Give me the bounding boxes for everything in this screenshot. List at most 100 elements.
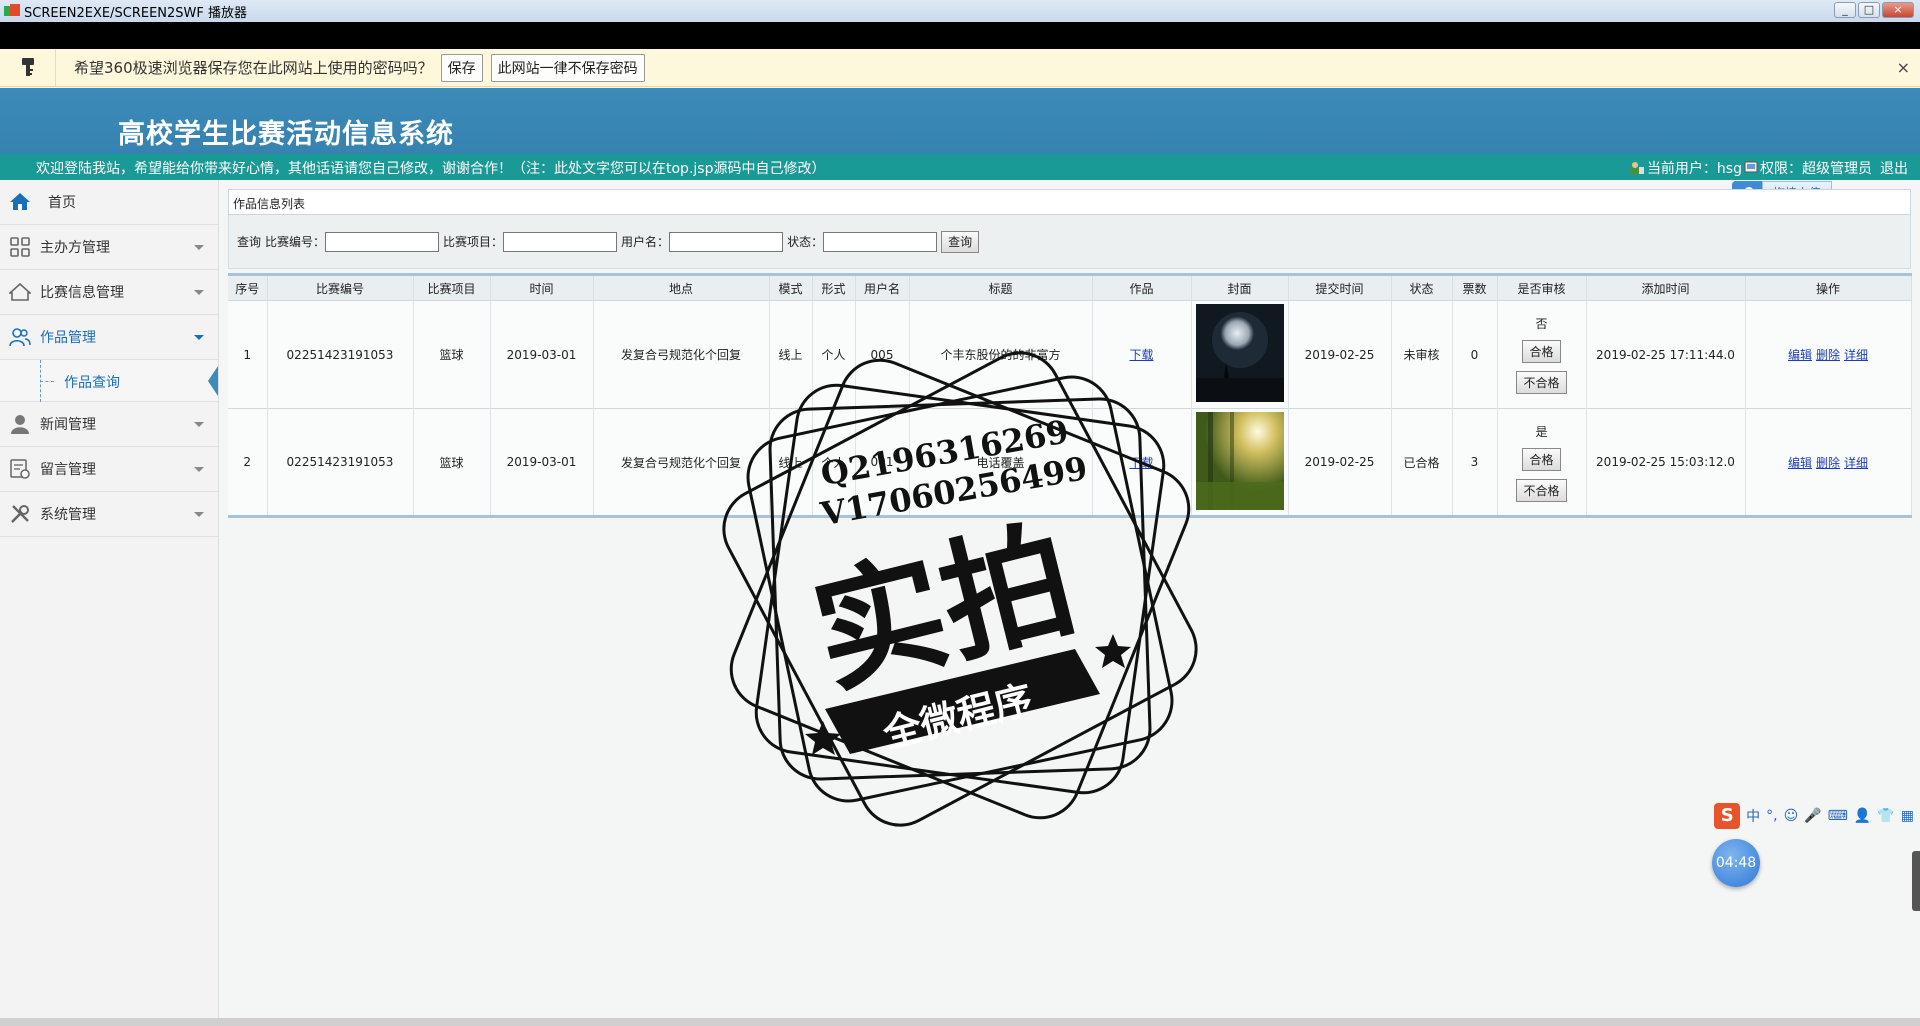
column-header: 模式: [769, 274, 813, 301]
chevron-down-icon: [194, 245, 204, 250]
cell-verify: 否 合格 不合格: [1497, 300, 1587, 409]
current-user-text: 当前用户：hsg: [1646, 161, 1742, 177]
edit-link[interactable]: 编辑: [1788, 456, 1812, 470]
search-bar: 查询 比赛编号： 比赛项目： 用户名： 状态： 查询: [228, 215, 1911, 269]
chevron-down-icon: [194, 290, 204, 295]
contest-project-label: 比赛项目：: [443, 235, 504, 249]
cell-time: 2019-03-01: [490, 408, 594, 517]
download-link[interactable]: 下载: [1129, 348, 1153, 362]
ime-mode-toggle[interactable]: 中: [1746, 806, 1760, 826]
tools-icon: [8, 502, 32, 526]
sidebar-item-messages[interactable]: 留言管理: [0, 447, 218, 492]
welcome-bar: 欢迎登陆我站，希望能给你带来好心情，其他话语请您自己修改，谢谢合作！（注：此处文…: [0, 154, 1920, 180]
sidebar-subitem-works-query[interactable]: 作品查询: [0, 360, 218, 402]
sidebar-item-home[interactable]: 首页: [0, 180, 218, 225]
password-save-bar: 希望360极速浏览器保存您在此网站上使用的密码吗？ 保存 此网站一律不保存密码 …: [0, 49, 1920, 87]
column-header: 状态: [1391, 274, 1453, 301]
table-header-row: 序号 比赛编号 比赛项目 时间 地点 模式 形式 用户名 标题 作品 封面 提交…: [228, 274, 1912, 301]
cell-no: 2: [228, 408, 268, 517]
sidebar-item-label: 主办方管理: [40, 240, 110, 256]
sidebar: 首页 主办方管理 比赛信息管理 作品管理 作品查询 新闻管理 留言管理 系统管理: [0, 180, 219, 1019]
cover-image-forest: [1195, 411, 1284, 510]
delete-link[interactable]: 删除: [1816, 456, 1840, 470]
cell-form: 个人: [812, 300, 856, 409]
close-icon[interactable]: ×: [1897, 58, 1910, 77]
role-icon: [1744, 161, 1758, 173]
cell-place: 发复合弓规范化个回复: [593, 300, 770, 409]
sidebar-item-news[interactable]: 新闻管理: [0, 402, 218, 447]
app-icon: [4, 4, 20, 16]
save-password-button[interactable]: 保存: [440, 53, 483, 82]
sidebar-item-contest-info[interactable]: 比赛信息管理: [0, 270, 218, 315]
never-save-password-button[interactable]: 此网站一律不保存密码: [490, 53, 645, 82]
emoji-icon[interactable]: ☺: [1784, 808, 1799, 824]
punctuation-icon[interactable]: °,: [1766, 808, 1777, 824]
cell-added-time: 2019-02-25 15:03:12.0: [1586, 408, 1746, 517]
username-input[interactable]: [669, 231, 784, 252]
cell-user: 001: [855, 408, 910, 517]
chevron-down-icon: [194, 467, 204, 472]
column-header: 时间: [490, 274, 594, 301]
cell-place: 发复合弓规范化个回复: [593, 408, 770, 517]
cell-code: 02251423191053: [267, 408, 414, 517]
message-icon: [8, 457, 32, 481]
contest-project-input[interactable]: [503, 231, 618, 252]
sidebar-item-works[interactable]: 作品管理: [0, 315, 218, 360]
column-header: 地点: [593, 274, 770, 301]
minimize-button[interactable]: _: [1834, 2, 1856, 18]
column-header: 标题: [909, 274, 1093, 301]
cell-actions: 编辑 删除 详细: [1745, 408, 1912, 517]
status-label: 状态：: [787, 235, 824, 249]
contest-code-input[interactable]: [325, 231, 440, 252]
sidebar-subitem-label: 作品查询: [64, 375, 120, 391]
sidebar-item-label: 系统管理: [40, 507, 96, 523]
cell-form: 个人: [812, 408, 856, 517]
grid-icon: [8, 235, 32, 259]
welcome-text: 欢迎登陆我站，希望能给你带来好心情，其他话语请您自己修改，谢谢合作！（注：此处文…: [36, 161, 826, 177]
cell-added-time: 2019-02-25 17:11:44.0: [1586, 300, 1746, 409]
cell-cover: [1191, 408, 1289, 517]
detail-link[interactable]: 详细: [1844, 456, 1868, 470]
sidebar-item-system[interactable]: 系统管理: [0, 492, 218, 537]
recording-timer[interactable]: 04:48: [1712, 839, 1760, 887]
cell-actions: 编辑 删除 详细: [1745, 300, 1912, 409]
cell-work: 下载: [1092, 408, 1192, 517]
fail-button[interactable]: 不合格: [1516, 371, 1567, 394]
pass-button[interactable]: 合格: [1522, 340, 1561, 363]
download-link[interactable]: 下载: [1129, 456, 1153, 470]
table-row: 2 02251423191053 篮球 2019-03-01 发复合弓规范化个回…: [228, 408, 1912, 517]
column-header: 是否审核: [1497, 274, 1587, 301]
logout-link[interactable]: 退出: [1880, 158, 1908, 178]
fail-button[interactable]: 不合格: [1516, 478, 1567, 502]
sidebar-item-organizer[interactable]: 主办方管理: [0, 225, 218, 270]
delete-link[interactable]: 删除: [1816, 348, 1840, 362]
microphone-icon[interactable]: 🎤: [1804, 808, 1821, 824]
side-panel-handle[interactable]: [1912, 851, 1920, 911]
password-prompt-text: 希望360极速浏览器保存您在此网站上使用的密码吗？: [74, 59, 433, 77]
role-text: 权限：超级管理员: [1760, 161, 1872, 177]
search-button[interactable]: 查询: [941, 230, 980, 253]
keyboard-icon[interactable]: ⌨: [1828, 808, 1848, 824]
contest-code-label: 比赛编号：: [265, 235, 326, 249]
column-header: 用户名: [855, 274, 910, 301]
column-header: 封面: [1191, 274, 1289, 301]
toolbox-icon[interactable]: ▦: [1901, 808, 1914, 824]
works-table: 序号 比赛编号 比赛项目 时间 地点 模式 形式 用户名 标题 作品 封面 提交…: [228, 273, 1912, 518]
status-input[interactable]: [823, 231, 938, 252]
detail-link[interactable]: 详细: [1844, 348, 1868, 362]
cell-votes: 0: [1452, 300, 1498, 409]
sogou-logo-icon[interactable]: S: [1714, 803, 1741, 829]
edit-link[interactable]: 编辑: [1788, 348, 1812, 362]
skin-icon[interactable]: 👕: [1877, 808, 1894, 824]
watermark-big-text: 实拍: [800, 503, 1089, 713]
pass-button[interactable]: 合格: [1522, 447, 1561, 471]
window-close-button[interactable]: ×: [1882, 2, 1914, 18]
verified-text: 是: [1535, 424, 1548, 439]
user-center-icon[interactable]: 👤: [1854, 808, 1871, 824]
main-content: 作品信息列表 查询 比赛编号： 比赛项目： 用户名： 状态： 查询 序号 比赛编…: [228, 189, 1912, 518]
cell-status: 未审核: [1391, 300, 1453, 409]
active-marker: [208, 366, 218, 396]
maximize-button[interactable]: □: [1858, 2, 1880, 18]
cell-submit-time: 2019-02-25: [1288, 300, 1392, 409]
column-header: 比赛编号: [267, 274, 414, 301]
